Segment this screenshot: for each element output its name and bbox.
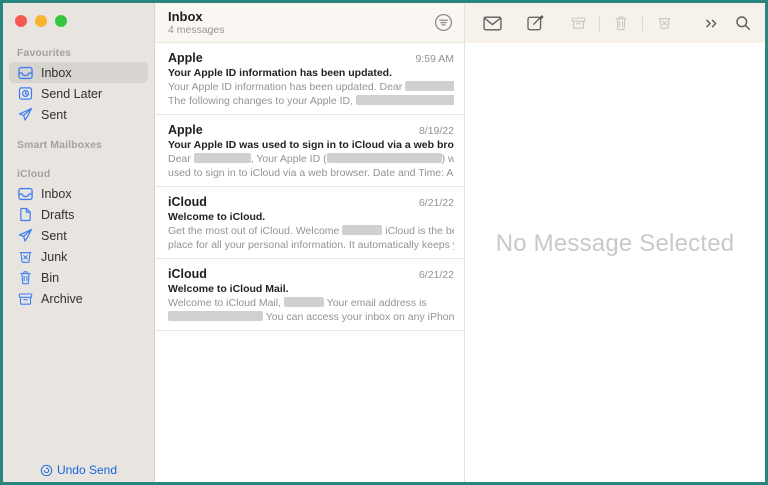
- sidebar-item-inbox[interactable]: Inbox: [9, 183, 148, 204]
- preview-line: Get the most out of iCloud. Welcome iClo…: [168, 224, 454, 238]
- sidebar-item-label: Sent: [41, 229, 67, 243]
- sidebar-item-label: Inbox: [41, 187, 72, 201]
- archive-icon: [17, 291, 33, 307]
- redacted-text: [168, 311, 263, 321]
- drafts-icon: [17, 207, 33, 223]
- message-list: Apple 9:59 AM Your Apple ID information ha…: [155, 43, 464, 482]
- trash-icon: [608, 10, 634, 36]
- window-controls: [3, 3, 154, 33]
- filter-icon[interactable]: [432, 12, 454, 34]
- minimize-button[interactable]: [35, 15, 47, 27]
- message-row[interactable]: iCloud 6/21/22 Welcome to iCloud Mail.Welc…: [155, 259, 464, 331]
- sent-icon: [17, 228, 33, 244]
- undo-send-label: Undo Send: [57, 463, 117, 477]
- message-subject: Your Apple ID was used to sign in to iCl…: [168, 139, 454, 151]
- sidebar-item-archive[interactable]: Archive: [9, 288, 148, 309]
- sidebar-section-label: Smart Mailboxes: [3, 135, 154, 154]
- redacted-text: [327, 153, 442, 163]
- sidebar-item-label: Inbox: [41, 66, 72, 80]
- sidebar-item-sent[interactable]: Sent: [9, 225, 148, 246]
- message-preview: Dear , Your Apple ID () wasused to sign …: [168, 152, 454, 180]
- preview-line: You can access your inbox on any iPhon..…: [168, 310, 454, 324]
- message-preview: Your Apple ID information has been updat…: [168, 80, 454, 108]
- no-message-placeholder: No Message Selected: [496, 230, 735, 258]
- detail-toolbar-icons: [465, 3, 765, 43]
- sidebar-item-label: Bin: [41, 271, 59, 285]
- sidebar-item-label: Send Later: [41, 87, 102, 101]
- search-icon[interactable]: [730, 10, 756, 36]
- redacted-text: [194, 153, 251, 163]
- inbox-icon: [17, 186, 33, 202]
- message-subject: Your Apple ID information has been updat…: [168, 67, 454, 79]
- message-preview: Welcome to iCloud Mail, Your email addre…: [168, 296, 454, 324]
- detail-body: No Message Selected: [465, 43, 765, 482]
- junk-icon: [17, 249, 33, 265]
- sidebar-item-drafts[interactable]: Drafts: [9, 204, 148, 225]
- message-sender: iCloud: [168, 267, 207, 281]
- sidebar-item-label: Archive: [41, 292, 83, 306]
- send-later-icon: [17, 86, 33, 102]
- message-count: 4 messages: [168, 24, 432, 36]
- message-subject: Welcome to iCloud Mail.: [168, 283, 454, 295]
- redacted-text: [405, 81, 454, 91]
- preview-line: Your Apple ID information has been updat…: [168, 80, 454, 94]
- message-preview: Get the most out of iCloud. Welcome iClo…: [168, 224, 454, 252]
- sidebar: Favourites Inbox Send Later Sent Smart Mailb…: [3, 3, 155, 482]
- sidebar-item-bin[interactable]: Bin: [9, 267, 148, 288]
- sidebar-item-label: Junk: [41, 250, 67, 264]
- close-button[interactable]: [15, 15, 27, 27]
- sidebar-item-label: Sent: [41, 108, 67, 122]
- inbox-icon: [17, 65, 33, 81]
- message-list-header: Inbox 4 messages: [155, 3, 464, 43]
- message-date: 8/19/22: [419, 125, 454, 137]
- junk-icon: [651, 10, 677, 36]
- preview-line: used to sign in to iCloud via a web brow…: [168, 166, 454, 180]
- bin-icon: [17, 270, 33, 286]
- mail-window: Favourites Inbox Send Later Sent Smart Mailb…: [0, 0, 768, 485]
- message-sender: Apple: [168, 51, 203, 65]
- sidebar-sections: Favourites Inbox Send Later Sent Smart Mailb…: [3, 43, 154, 309]
- sidebar-item-inbox[interactable]: Inbox: [9, 62, 148, 83]
- message-date: 9:59 AM: [415, 53, 454, 65]
- message-date: 6/21/22: [419, 269, 454, 281]
- compose-icon[interactable]: [522, 10, 548, 36]
- mailbox-title: Inbox: [168, 9, 432, 24]
- sidebar-section-label: Favourites: [3, 43, 154, 62]
- redacted-text: [342, 225, 382, 235]
- redacted-text: [356, 95, 454, 105]
- archive-icon: [565, 10, 591, 36]
- sidebar-item-send-later[interactable]: Send Later: [9, 83, 148, 104]
- get-mail-icon[interactable]: [479, 10, 505, 36]
- message-row[interactable]: iCloud 6/21/22 Welcome to iCloud.Get the m…: [155, 187, 464, 259]
- preview-line: Dear , Your Apple ID () was: [168, 152, 454, 166]
- toolbar-separator: [599, 16, 600, 31]
- sidebar-item-sent[interactable]: Sent: [9, 104, 148, 125]
- undo-icon: [40, 464, 53, 477]
- sidebar-item-junk[interactable]: Junk: [9, 246, 148, 267]
- detail-pane: No Message Selected: [465, 3, 765, 482]
- preview-line: place for all your personal information.…: [168, 238, 454, 252]
- message-sender: iCloud: [168, 195, 207, 209]
- message-sender: Apple: [168, 123, 203, 137]
- toolbar-separator: [642, 16, 643, 31]
- sidebar-section-label: iCloud: [3, 164, 154, 183]
- message-subject: Welcome to iCloud.: [168, 211, 454, 223]
- message-row[interactable]: Apple 8/19/22 Your Apple ID was used to si…: [155, 115, 464, 187]
- preview-line: Welcome to iCloud Mail, Your email addre…: [168, 296, 454, 310]
- undo-send-button[interactable]: Undo Send: [3, 463, 154, 477]
- sent-icon: [17, 107, 33, 123]
- sidebar-item-label: Drafts: [41, 208, 74, 222]
- message-row[interactable]: Apple 9:59 AM Your Apple ID information ha…: [155, 43, 464, 115]
- message-date: 6/21/22: [419, 197, 454, 209]
- zoom-button[interactable]: [55, 15, 67, 27]
- preview-line: The following changes to your Apple ID, …: [168, 94, 454, 108]
- more-toolbar-icon[interactable]: [698, 10, 724, 36]
- redacted-text: [284, 297, 324, 307]
- message-list-pane: Inbox 4 messages Apple 9:59 AM Your Apple …: [155, 3, 465, 482]
